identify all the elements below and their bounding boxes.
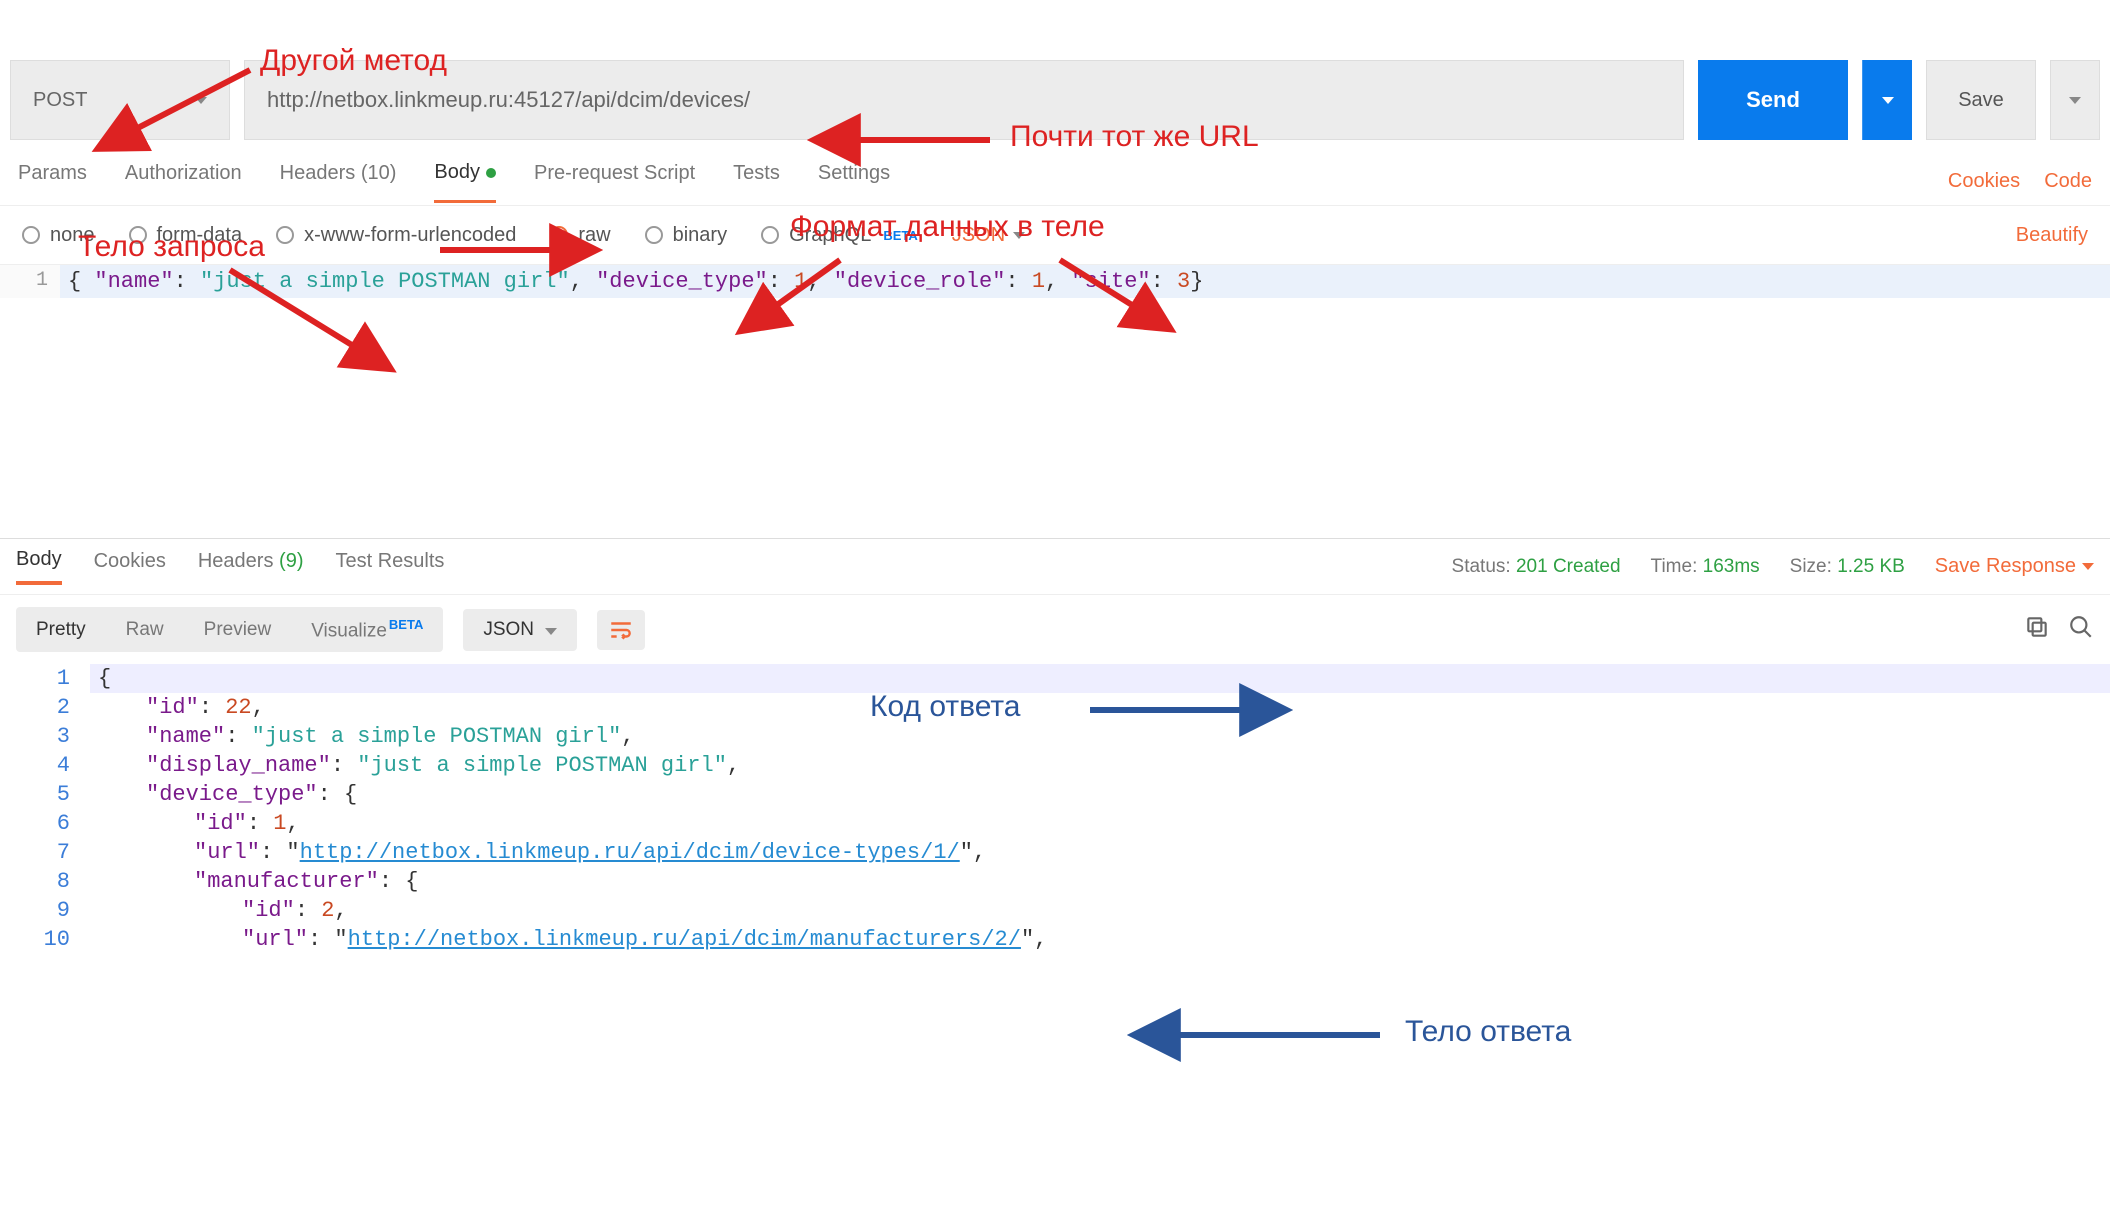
radio-checked-icon [550, 226, 568, 244]
request-bar: POST Send Save [0, 40, 2110, 140]
time-meta[interactable]: Time: 163ms [1651, 556, 1760, 578]
line-number: 8 [0, 867, 90, 896]
wrap-text-icon[interactable] [597, 610, 645, 650]
response-line: 3"name": "just a simple POSTMAN girl", [0, 722, 2110, 751]
response-line: 10"url": "http://netbox.linkmeup.ru/api/… [0, 925, 2110, 954]
request-tabs: Params Authorization Headers (10) Body P… [0, 140, 2110, 206]
code-link[interactable]: Code [2044, 170, 2092, 193]
tab-params[interactable]: Params [18, 162, 87, 201]
beautify-link[interactable]: Beautify [2016, 224, 2088, 247]
response-line: 8"manufacturer": { [0, 867, 2110, 896]
chevron-down-icon [545, 628, 557, 635]
radio-icon [761, 226, 779, 244]
response-format-select[interactable]: JSON [463, 609, 576, 651]
view-visualize[interactable]: VisualizeBETA [291, 607, 443, 652]
line-number: 1 [0, 664, 90, 693]
line-number: 2 [0, 693, 90, 722]
annotation-resp-body: Тело ответа [1405, 1015, 1571, 1049]
copy-icon[interactable] [2024, 614, 2050, 645]
body-type-formdata[interactable]: form-data [129, 224, 243, 247]
response-line: 1{ [0, 664, 2110, 693]
view-preview[interactable]: Preview [184, 607, 292, 652]
body-type-xwww[interactable]: x-www-form-urlencoded [276, 224, 516, 247]
view-mode-group: Pretty Raw Preview VisualizeBETA [16, 607, 443, 652]
response-code-line: "name": "just a simple POSTMAN girl", [90, 722, 2110, 751]
response-line: 6"id": 1, [0, 809, 2110, 838]
response-line: 9"id": 2, [0, 896, 2110, 925]
chevron-down-icon [1013, 232, 1025, 239]
chevron-down-icon [195, 97, 207, 104]
tab-prerequest[interactable]: Pre-request Script [534, 162, 695, 201]
response-header: Body Cookies Headers (9) Test Results St… [0, 538, 2110, 594]
response-code-line: "display_name": "just a simple POSTMAN g… [90, 751, 2110, 780]
save-button[interactable]: Save [1926, 60, 2036, 140]
response-tab-headers[interactable]: Headers (9) [198, 550, 304, 583]
response-code-line: { [90, 664, 2110, 693]
line-number: 3 [0, 722, 90, 751]
line-number: 1 [0, 265, 60, 298]
response-code-line: "manufacturer": { [90, 867, 2110, 896]
response-line: 2"id": 22, [0, 693, 2110, 722]
tab-body[interactable]: Body [434, 161, 496, 203]
line-number: 10 [0, 925, 90, 954]
response-code-line: "id": 1, [90, 809, 2110, 838]
method-select[interactable]: POST [10, 60, 230, 140]
response-line: 7"url": "http://netbox.linkmeup.ru/api/d… [0, 838, 2110, 867]
response-tab-cookies[interactable]: Cookies [94, 550, 166, 583]
chevron-down-icon [2082, 563, 2094, 570]
radio-icon [129, 226, 147, 244]
response-code-line: "url": "http://netbox.linkmeup.ru/api/dc… [90, 925, 2110, 954]
response-line: 4"display_name": "just a simple POSTMAN … [0, 751, 2110, 780]
body-type-binary[interactable]: binary [645, 224, 727, 247]
chevron-down-icon [2069, 97, 2081, 104]
line-number: 7 [0, 838, 90, 867]
body-type-raw[interactable]: raw [550, 224, 610, 247]
beta-badge: BETA [883, 228, 917, 243]
response-code-line: "id": 2, [90, 896, 2110, 925]
response-code-line: "id": 22, [90, 693, 2110, 722]
tab-settings[interactable]: Settings [818, 162, 890, 201]
radio-icon [22, 226, 40, 244]
body-format-select[interactable]: JSON [952, 224, 1025, 247]
radio-icon [645, 226, 663, 244]
body-type-graphql[interactable]: GraphQLBETA [761, 224, 918, 247]
search-icon[interactable] [2068, 614, 2094, 645]
save-response-button[interactable]: Save Response [1935, 555, 2094, 578]
cookies-link[interactable]: Cookies [1948, 170, 2020, 193]
send-dropdown[interactable] [1862, 60, 1912, 140]
response-body[interactable]: 1{2"id": 22,3"name": "just a simple POST… [0, 664, 2110, 954]
radio-icon [276, 226, 294, 244]
send-button[interactable]: Send [1698, 60, 1848, 140]
method-label: POST [33, 89, 87, 112]
tab-headers[interactable]: Headers (10) [280, 162, 397, 201]
line-number: 5 [0, 780, 90, 809]
view-pretty[interactable]: Pretty [16, 607, 106, 652]
response-line: 5"device_type": { [0, 780, 2110, 809]
url-input[interactable] [244, 60, 1684, 140]
response-tab-body[interactable]: Body [16, 548, 62, 585]
line-number: 6 [0, 809, 90, 838]
line-number: 9 [0, 896, 90, 925]
request-body-editor[interactable]: 1 { "name": "just a simple POSTMAN girl"… [0, 264, 2110, 298]
response-code-line: "device_type": { [90, 780, 2110, 809]
view-raw[interactable]: Raw [106, 607, 184, 652]
status-meta[interactable]: Status: 201 Created [1452, 556, 1621, 578]
tab-authorization[interactable]: Authorization [125, 162, 242, 201]
size-meta[interactable]: Size: 1.25 KB [1790, 556, 1905, 578]
response-code-line: "url": "http://netbox.linkmeup.ru/api/dc… [90, 838, 2110, 867]
request-body-code[interactable]: { "name": "just a simple POSTMAN girl", … [60, 265, 2110, 298]
chevron-down-icon [1882, 97, 1894, 104]
line-number: 4 [0, 751, 90, 780]
body-type-row: none form-data x-www-form-urlencoded raw… [0, 206, 2110, 264]
body-type-none[interactable]: none [22, 224, 95, 247]
dot-indicator-icon [486, 168, 496, 178]
response-toolbar: Pretty Raw Preview VisualizeBETA JSON [0, 594, 2110, 664]
tab-tests[interactable]: Tests [733, 162, 780, 201]
save-dropdown[interactable] [2050, 60, 2100, 140]
beta-badge: BETA [389, 617, 423, 632]
response-tab-tests[interactable]: Test Results [335, 550, 444, 583]
